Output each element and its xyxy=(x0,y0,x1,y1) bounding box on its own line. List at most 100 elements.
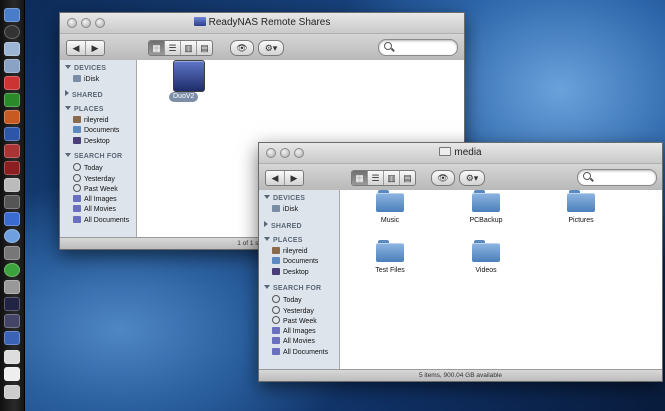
app-dock-icon[interactable] xyxy=(4,297,20,311)
folder-icon xyxy=(376,190,404,212)
sidebar-shared-header[interactable]: SHARED xyxy=(60,89,136,102)
coverflow-view-button[interactable]: ▤ xyxy=(400,171,415,185)
folder-item[interactable]: Pictures xyxy=(551,190,611,224)
action-menu-button[interactable]: ⚙▾ xyxy=(459,170,485,186)
app-dock-icon[interactable] xyxy=(4,195,20,209)
back-button[interactable]: ◀ xyxy=(67,41,86,55)
sidebar-item-today[interactable]: Today xyxy=(259,295,339,306)
title-bar[interactable]: ReadyNAS Remote Shares xyxy=(60,13,464,34)
smart-folder-icon xyxy=(272,337,280,344)
ical-dock-icon[interactable] xyxy=(4,76,20,90)
dashboard-dock-icon[interactable] xyxy=(4,25,20,39)
list-view-button[interactable]: ☰ xyxy=(368,171,384,185)
sidebar: DEVICES iDisk SHARED PLACES rileyreid Do… xyxy=(259,190,340,370)
finder-dock-icon[interactable] xyxy=(4,8,20,22)
list-view-button[interactable]: ☰ xyxy=(165,41,181,55)
idisk-icon xyxy=(73,75,81,82)
quick-look-button[interactable]: 👁 xyxy=(230,40,254,56)
sidebar-item-past-week[interactable]: Past Week xyxy=(60,184,136,195)
app-dock-icon[interactable] xyxy=(4,280,20,294)
file-area[interactable]: Music PCBackup Pictures Test Files Video… xyxy=(340,190,662,370)
sidebar-item-documents[interactable]: Documents xyxy=(259,257,339,268)
share-item-duov2[interactable]: DuoV2 xyxy=(169,60,209,104)
idisk-icon xyxy=(272,205,280,212)
sidebar-shared-header[interactable]: SHARED xyxy=(259,220,339,233)
safari-dock-icon[interactable] xyxy=(4,59,20,73)
network-drive-icon xyxy=(173,60,205,92)
excel-dock-icon[interactable] xyxy=(4,93,20,107)
search-input[interactable] xyxy=(594,170,657,183)
search-field[interactable] xyxy=(577,169,657,186)
app-dock-icon[interactable] xyxy=(4,229,20,243)
sidebar-item-idisk[interactable]: iDisk xyxy=(259,205,339,216)
app-dock-icon[interactable] xyxy=(4,314,20,328)
sidebar-item-past-week[interactable]: Past Week xyxy=(259,316,339,327)
app-dock-icon[interactable] xyxy=(4,212,20,226)
sidebar-item-all-documents[interactable]: All Documents xyxy=(259,347,339,359)
sidebar-devices-header[interactable]: DEVICES xyxy=(60,63,136,75)
gear-icon: ⚙▾ xyxy=(465,173,479,183)
icon-view-button[interactable]: ▦ xyxy=(149,41,165,55)
word-dock-icon[interactable] xyxy=(4,127,20,141)
app-dock-icon[interactable] xyxy=(4,178,20,192)
sidebar-item-yesterday[interactable]: Yesterday xyxy=(259,305,339,317)
app-dock-icon[interactable] xyxy=(4,246,20,260)
item-label-selected: DuoV2 xyxy=(169,92,199,102)
sidebar-item-home[interactable]: rileyreid xyxy=(259,246,339,258)
sidebar-search-header[interactable]: SEARCH FOR xyxy=(60,151,136,163)
forward-button[interactable]: ▶ xyxy=(86,41,104,55)
powerpoint-dock-icon[interactable] xyxy=(4,110,20,124)
sidebar-item-all-movies[interactable]: All Movies xyxy=(60,205,136,216)
mail-dock-icon[interactable] xyxy=(4,42,20,56)
sidebar-search-header[interactable]: SEARCH FOR xyxy=(259,283,339,295)
sidebar-item-yesterday[interactable]: Yesterday xyxy=(60,173,136,185)
app-dock-icon[interactable] xyxy=(4,144,20,158)
sidebar-devices-header[interactable]: DEVICES xyxy=(259,193,339,205)
icon-view-button[interactable]: ▦ xyxy=(352,171,368,185)
sidebar-places-header[interactable]: PLACES xyxy=(259,235,339,247)
drive-icon xyxy=(439,147,452,156)
disclosure-down-icon xyxy=(264,285,270,289)
column-view-button[interactable]: ▥ xyxy=(384,171,400,185)
sidebar-item-all-images[interactable]: All Images xyxy=(259,326,339,338)
folder-item[interactable]: Test Files xyxy=(360,240,420,274)
toolbar: ◀ ▶ ▦ ☰ ▥ ▤ 👁 ⚙▾ xyxy=(259,164,662,191)
folder-label: PCBackup xyxy=(469,217,503,224)
sidebar: DEVICES iDisk SHARED PLACES rileyreid Do… xyxy=(60,60,137,237)
trash-dock-icon[interactable] xyxy=(4,385,20,399)
search-input[interactable] xyxy=(395,40,458,53)
app-dock-icon[interactable] xyxy=(4,367,20,381)
title-bar[interactable]: media xyxy=(259,143,662,164)
column-view-button[interactable]: ▥ xyxy=(181,41,197,55)
grid-icon: ▦ xyxy=(355,173,364,183)
clock-icon xyxy=(73,173,81,182)
coverflow-view-button[interactable]: ▤ xyxy=(197,41,212,55)
folder-item[interactable]: Videos xyxy=(456,240,516,274)
sidebar-item-all-documents[interactable]: All Documents xyxy=(60,215,136,227)
sidebar-item-today[interactable]: Today xyxy=(60,163,136,174)
sidebar-item-home[interactable]: rileyreid xyxy=(60,115,136,127)
sidebar-item-documents[interactable]: Documents xyxy=(60,126,136,137)
sidebar-places-header[interactable]: PLACES xyxy=(60,104,136,116)
quick-look-button[interactable]: 👁 xyxy=(431,170,455,186)
back-button[interactable]: ◀ xyxy=(266,171,285,185)
folder-item[interactable]: PCBackup xyxy=(456,190,516,224)
sidebar-item-idisk[interactable]: iDisk xyxy=(60,75,136,86)
app-dock-icon[interactable] xyxy=(4,161,20,175)
view-buttons: ▦ ☰ ▥ ▤ xyxy=(351,170,416,186)
search-field[interactable] xyxy=(378,39,458,56)
folder-label: Videos xyxy=(475,267,497,274)
desktop-icon xyxy=(73,136,81,144)
sidebar-item-all-images[interactable]: All Images xyxy=(60,194,136,206)
sidebar-item-desktop[interactable]: Desktop xyxy=(60,136,136,148)
forward-button[interactable]: ▶ xyxy=(285,171,303,185)
action-menu-button[interactable]: ⚙▾ xyxy=(258,40,284,56)
list-icon: ☰ xyxy=(371,173,380,183)
app-dock-icon[interactable] xyxy=(4,350,20,364)
app-dock-icon[interactable] xyxy=(4,331,20,345)
folder-item[interactable]: Music xyxy=(360,190,420,224)
columns-icon: ▥ xyxy=(184,43,193,53)
app-dock-icon[interactable] xyxy=(4,263,20,277)
sidebar-item-desktop[interactable]: Desktop xyxy=(259,267,339,279)
sidebar-item-all-movies[interactable]: All Movies xyxy=(259,337,339,348)
